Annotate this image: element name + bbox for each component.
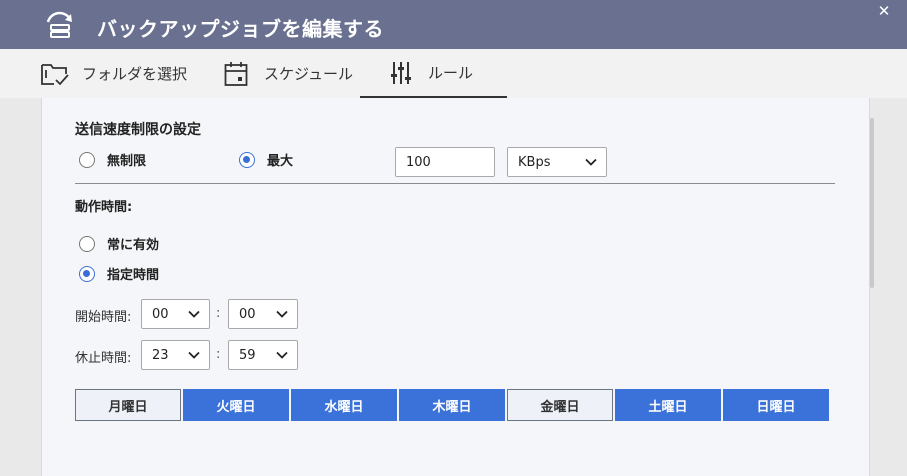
select-value: KBps	[518, 154, 551, 170]
start-hour-select[interactable]: 00	[141, 299, 210, 329]
section-divider	[75, 183, 835, 184]
calendar-icon	[224, 61, 248, 86]
stop-minute-select[interactable]: 59	[228, 340, 298, 370]
tab-schedule[interactable]: スケジュール	[224, 49, 374, 98]
start-time-label: 開始時間:	[75, 310, 132, 325]
start-minute-select[interactable]: 00	[228, 299, 298, 329]
radio-label: 指定時間	[107, 268, 160, 283]
bandwidth-title: 送信速度制限の設定	[75, 122, 201, 138]
bandwidth-unit-select[interactable]: KBps	[507, 147, 607, 177]
day-button-thu[interactable]: 木曜日	[399, 389, 505, 421]
radio-circle	[79, 235, 95, 252]
chevron-down-icon	[276, 310, 288, 318]
radio-unlimited[interactable]: 無制限	[79, 150, 146, 169]
stop-time-label: 休止時間:	[75, 351, 132, 366]
day-button-tue[interactable]: 火曜日	[183, 389, 289, 421]
radio-circle	[79, 151, 95, 168]
select-value: 00	[239, 306, 256, 322]
folder-check-icon	[41, 63, 69, 85]
radio-specified[interactable]: 指定時間	[79, 264, 159, 283]
tab-folder-select[interactable]: フォルダを選択	[40, 49, 200, 98]
tab-label: スケジュール	[264, 65, 353, 83]
backup-sync-icon	[46, 11, 72, 38]
tab-bar: フォルダを選択 スケジュール ルール	[0, 49, 907, 98]
close-icon[interactable]: ✕	[875, 2, 893, 20]
dialog-header: バックアップジョブを編集する ✕	[0, 0, 907, 49]
scrollbar[interactable]	[870, 118, 874, 288]
weekday-selector: 月曜日 火曜日 水曜日 木曜日 金曜日 土曜日 日曜日	[75, 389, 829, 421]
time-separator: :	[216, 347, 221, 362]
radio-circle-selected	[79, 265, 95, 282]
radio-always[interactable]: 常に有効	[79, 234, 159, 253]
dialog-title: バックアップジョブを編集する	[97, 17, 384, 41]
tab-label: ルール	[428, 64, 474, 82]
time-separator: :	[216, 306, 221, 321]
select-value: 59	[239, 347, 256, 363]
day-button-fri[interactable]: 金曜日	[507, 389, 613, 421]
day-button-sat[interactable]: 土曜日	[615, 389, 721, 421]
tab-label: フォルダを選択	[82, 65, 188, 83]
radio-label: 無制限	[107, 154, 147, 169]
radio-max[interactable]: 最大	[239, 150, 293, 169]
tab-rules[interactable]: ルール	[360, 49, 507, 98]
chevron-down-icon	[188, 310, 200, 318]
radio-label: 常に有効	[107, 238, 160, 253]
radio-circle-selected	[239, 151, 255, 168]
select-value: 23	[152, 347, 169, 363]
schedule-title: 動作時間:	[75, 200, 133, 215]
bandwidth-value-input[interactable]: 100	[395, 147, 495, 177]
radio-label: 最大	[267, 154, 294, 169]
chevron-down-icon	[188, 351, 200, 359]
stop-hour-select[interactable]: 23	[141, 340, 210, 370]
chevron-down-icon	[276, 351, 288, 359]
chevron-down-icon	[585, 158, 597, 166]
day-button-mon[interactable]: 月曜日	[75, 389, 181, 421]
sliders-icon	[391, 61, 411, 84]
day-button-sun[interactable]: 日曜日	[723, 389, 829, 421]
day-button-wed[interactable]: 水曜日	[291, 389, 397, 421]
select-value: 00	[152, 306, 169, 322]
